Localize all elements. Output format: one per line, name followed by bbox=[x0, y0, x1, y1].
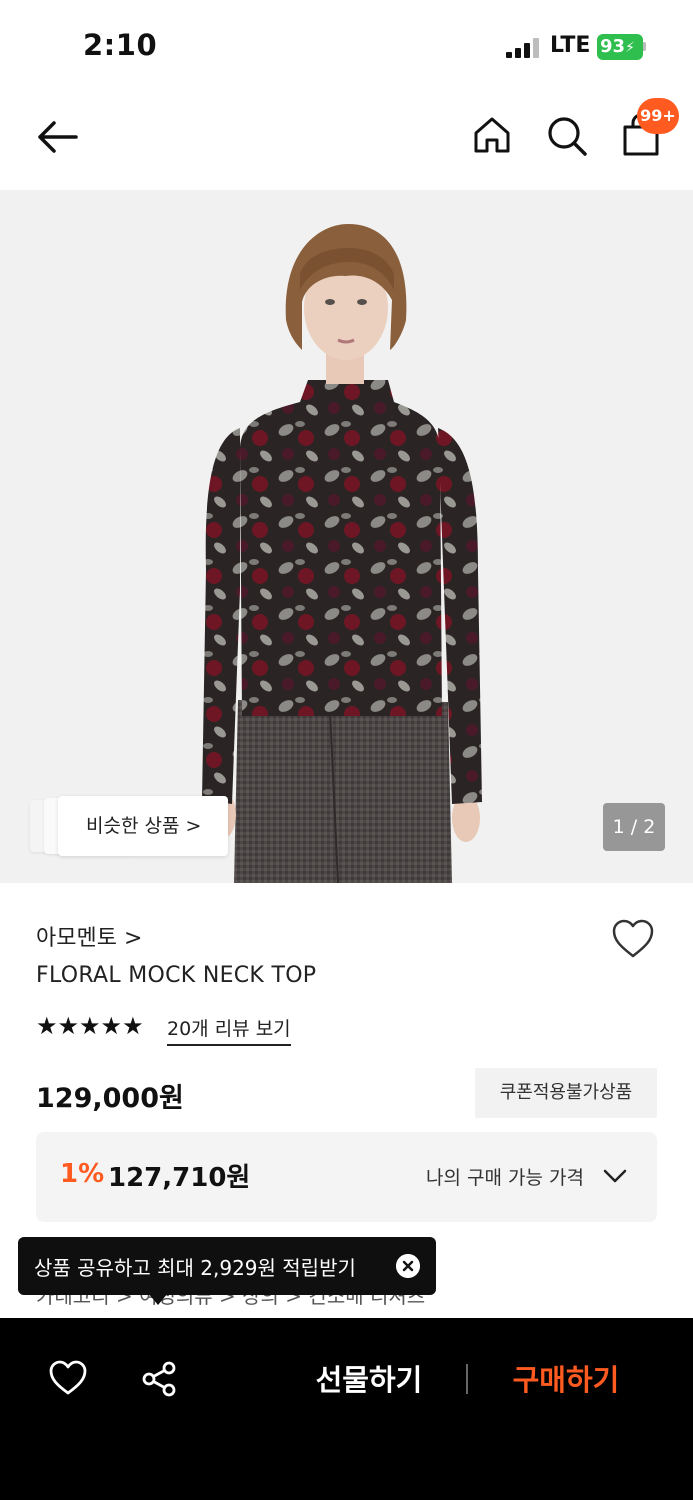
battery-tip bbox=[643, 42, 646, 51]
battery-icon: 93⚡ bbox=[597, 34, 643, 60]
network-type: LTE bbox=[550, 33, 591, 58]
battery-level: 93 bbox=[600, 36, 626, 57]
toast-tail bbox=[148, 1293, 168, 1305]
close-icon[interactable] bbox=[396, 1254, 420, 1278]
product-price: 129,000원 bbox=[36, 1083, 184, 1114]
wishlist-heart-icon[interactable] bbox=[48, 1360, 88, 1396]
gift-button[interactable]: 선물하기 bbox=[290, 1358, 448, 1402]
back-arrow-icon[interactable] bbox=[32, 115, 82, 159]
product-photo bbox=[0, 190, 693, 883]
home-icon[interactable] bbox=[470, 113, 514, 157]
cart-count-badge: 99+ bbox=[637, 98, 679, 134]
signal-icon bbox=[506, 36, 546, 58]
my-price: 127,710원 bbox=[108, 1163, 251, 1193]
divider bbox=[466, 1364, 468, 1394]
similar-products-button[interactable]: 비슷한 상품 > bbox=[58, 796, 228, 856]
my-price-dropdown[interactable]: 1% 127,710원 나의 구매 가능 가격 bbox=[36, 1132, 657, 1222]
star-rating: ★★★★★ bbox=[36, 1012, 144, 1040]
bottom-action-bar: 선물하기 구매하기 bbox=[0, 1318, 693, 1500]
heart-icon[interactable] bbox=[610, 918, 656, 960]
review-link[interactable]: 20개 리뷰 보기 bbox=[167, 1014, 291, 1046]
discount-rate: 1% bbox=[60, 1159, 105, 1189]
my-price-label: 나의 구매 가능 가격 bbox=[426, 1167, 584, 1189]
status-bar: 2:10 LTE 93⚡ bbox=[0, 0, 693, 95]
product-name: FLORAL MOCK NECK TOP bbox=[36, 963, 317, 988]
chevron-down-icon bbox=[603, 1169, 627, 1183]
status-time: 2:10 bbox=[83, 28, 158, 62]
brand-link[interactable]: 아모멘토 > bbox=[36, 920, 142, 952]
buy-button[interactable]: 구매하기 bbox=[490, 1358, 642, 1402]
toast-text: 상품 공유하고 최대 2,929원 적립받기 bbox=[34, 1256, 356, 1280]
top-nav bbox=[0, 95, 693, 190]
coupon-unavailable-badge: 쿠폰적용불가상품 bbox=[475, 1068, 657, 1118]
product-image-carousel[interactable]: 비슷한 상품 > 1 / 2 bbox=[0, 190, 693, 883]
share-reward-toast[interactable]: 상품 공유하고 최대 2,929원 적립받기 bbox=[18, 1237, 436, 1295]
image-page-indicator: 1 / 2 bbox=[603, 803, 665, 851]
search-icon[interactable] bbox=[544, 113, 590, 159]
share-icon[interactable] bbox=[140, 1360, 178, 1398]
